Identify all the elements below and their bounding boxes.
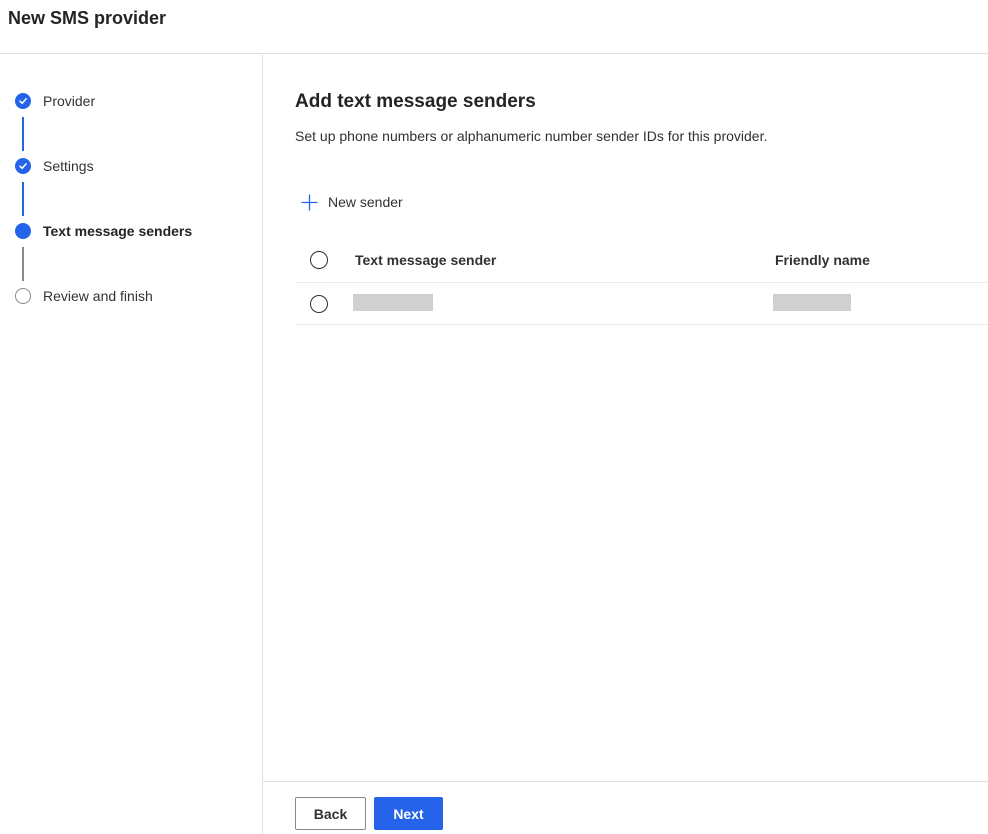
empty-circle-icon — [15, 288, 31, 304]
table-header: Text message sender Friendly name — [295, 238, 988, 283]
redacted-sender-value — [353, 294, 433, 311]
step-connector — [22, 247, 24, 281]
panel-header: New SMS provider — [0, 0, 988, 54]
filled-circle-icon — [15, 223, 31, 239]
step-connector — [22, 182, 24, 216]
step-label: Review and finish — [43, 288, 153, 304]
redacted-friendly-name-value — [773, 294, 851, 311]
column-header-friendly-name[interactable]: Friendly name — [775, 252, 870, 268]
checkmark-circle-icon — [15, 158, 31, 174]
back-button[interactable]: Back — [295, 797, 366, 830]
step-label: Provider — [43, 93, 96, 109]
step-label: Text message senders — [43, 223, 193, 239]
main-content: Add text message senders Set up phone nu… — [263, 55, 988, 781]
section-title: Add text message senders — [295, 91, 536, 112]
step-settings[interactable]: Settings — [15, 156, 94, 176]
next-button[interactable]: Next — [374, 797, 443, 830]
wizard-steps: Provider Settings Text message senders R… — [0, 55, 263, 834]
step-text-message-senders[interactable]: Text message senders — [15, 221, 192, 241]
new-sender-label: New sender — [328, 194, 403, 210]
checkmark-circle-icon — [15, 93, 31, 109]
select-all-radio[interactable] — [310, 251, 328, 269]
step-provider[interactable]: Provider — [15, 91, 95, 111]
row-select-radio[interactable] — [310, 295, 328, 313]
step-review-and-finish[interactable]: Review and finish — [15, 286, 153, 306]
column-header-sender[interactable]: Text message sender — [355, 252, 496, 268]
section-description: Set up phone numbers or alphanumeric num… — [295, 128, 768, 144]
wizard-footer: Back Next — [263, 781, 988, 834]
senders-table: Text message sender Friendly name — [295, 238, 988, 325]
page-title: New SMS provider — [8, 8, 167, 28]
table-row[interactable] — [295, 283, 988, 325]
plus-icon — [301, 193, 318, 211]
step-label: Settings — [43, 158, 94, 174]
step-connector — [22, 117, 24, 151]
new-sender-button[interactable]: New sender — [301, 191, 403, 213]
